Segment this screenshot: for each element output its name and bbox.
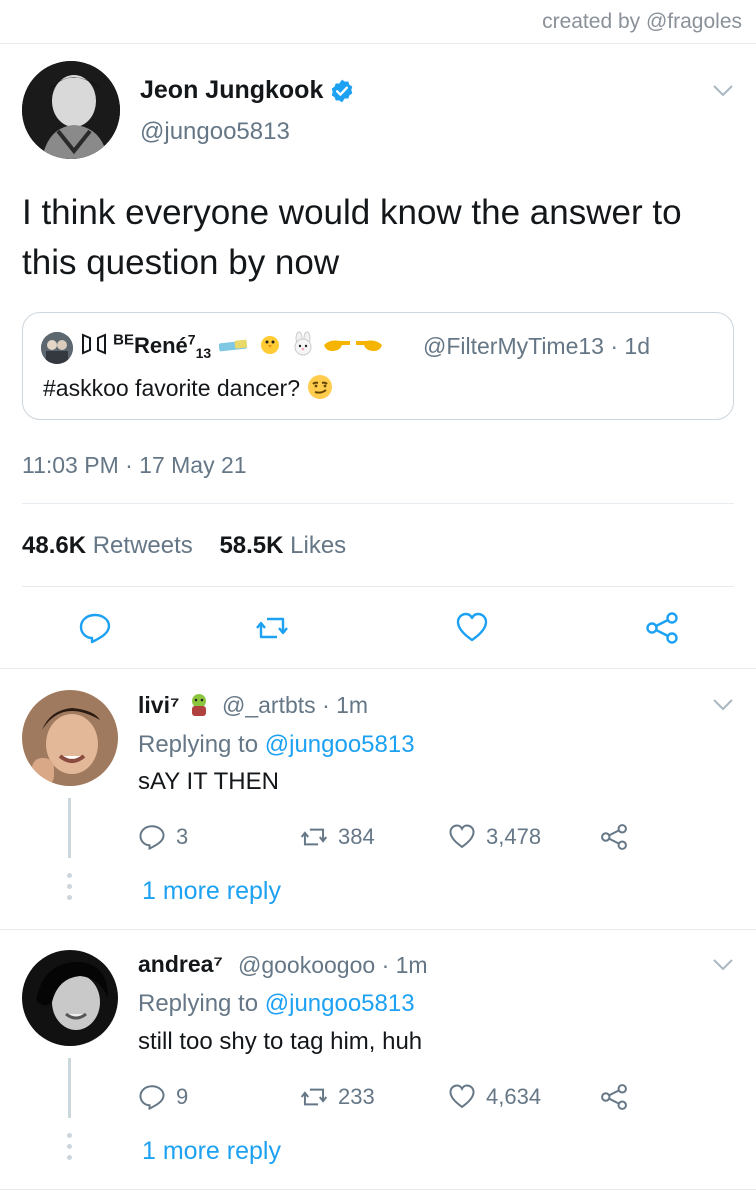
reply-avatar[interactable]	[22, 950, 118, 1046]
quote-name-sub: 13	[195, 345, 212, 362]
thread-dot	[67, 1155, 72, 1160]
quote-handle-line: @FilterMyTime13 · 1d	[423, 333, 650, 360]
quote-name-prefix: BE	[113, 331, 134, 349]
tweet-text: I think everyone would know the answer t…	[22, 193, 682, 282]
like-count: 3,478	[486, 824, 542, 849]
reply-icon	[139, 825, 165, 851]
verified-icon	[329, 78, 355, 104]
reply-meta: @gookoogoo · 1m	[238, 952, 428, 979]
reply-icon	[79, 613, 111, 644]
pointing-hands-emoji	[322, 333, 384, 361]
reply-text: still too shy to tag him, huh	[138, 1028, 423, 1055]
replying-to-label: Replying to	[138, 731, 259, 758]
reply-count: 3	[176, 824, 189, 849]
retweets-count: 48.6K	[22, 532, 87, 559]
thread-dot	[67, 895, 72, 900]
quote-author-name: BERené713	[81, 331, 384, 363]
reply-button[interactable]	[78, 611, 112, 645]
stats-divider-bottom	[22, 586, 734, 587]
author-name[interactable]: Jeon Jungkook	[140, 76, 323, 105]
reply-share-button[interactable]	[600, 1082, 628, 1112]
thread-line	[68, 1058, 71, 1118]
replying-to-label: Replying to	[138, 990, 259, 1017]
author-avatar[interactable]	[22, 61, 120, 159]
likes-count: 58.5K	[219, 532, 284, 559]
rabbit-emoji	[290, 331, 316, 363]
author-handle[interactable]: @jungoo5813	[140, 118, 290, 146]
share-button[interactable]	[645, 611, 679, 645]
likes-label: Likes	[290, 532, 347, 559]
heart-icon	[449, 1084, 475, 1109]
replying-to-handle[interactable]: @jungoo5813	[265, 731, 415, 758]
reply-handle[interactable]: @_artbts	[222, 692, 316, 718]
replying-to: Replying to @jungoo5813	[138, 731, 415, 759]
thread-dot	[67, 1144, 72, 1149]
reply-time: · 1m	[322, 692, 369, 718]
reply-share-button[interactable]	[600, 822, 628, 852]
quote-text-content: #askkoo favorite dancer?	[43, 375, 300, 402]
reply-author-name[interactable]: livi⁷	[138, 691, 212, 723]
reply-reply-button[interactable]: 9	[138, 1082, 188, 1112]
chevron-down-icon[interactable]	[712, 698, 734, 712]
reply-divider	[0, 929, 756, 930]
retweet-count: 233	[338, 1084, 375, 1109]
chevron-down-icon[interactable]	[712, 958, 734, 972]
quote-name-sup: 7	[187, 331, 196, 348]
thread-dot	[67, 873, 72, 878]
reply-handle[interactable]: @gookoogoo	[238, 952, 375, 978]
retweet-count: 384	[338, 824, 375, 849]
replying-to: Replying to @jungoo5813	[138, 990, 415, 1018]
quote-time: · 1d	[610, 333, 650, 359]
reply-like-button[interactable]: 4,634	[448, 1082, 541, 1112]
reply-retweet-button[interactable]: 384	[300, 822, 375, 852]
reply-avatar[interactable]	[22, 690, 118, 786]
reply-author-name-text: livi⁷	[138, 692, 180, 719]
chick-emoji	[257, 331, 283, 363]
replies-divider	[0, 668, 756, 669]
smirk-emoji	[306, 373, 334, 407]
more-replies-link[interactable]: 1 more reply	[142, 1137, 281, 1166]
chevron-down-icon[interactable]	[712, 84, 734, 98]
more-replies-link[interactable]: 1 more reply	[142, 877, 281, 906]
zombie-emoji	[186, 691, 212, 723]
retweet-icon	[300, 828, 328, 846]
reply-reply-button[interactable]: 3	[138, 822, 188, 852]
retweet-icon	[256, 617, 288, 639]
quote-name-main: René	[133, 332, 188, 358]
quote-avatar	[41, 332, 73, 364]
stats-divider-top	[22, 503, 734, 504]
reply-time: · 1m	[381, 952, 428, 978]
reply-text: sAY IT THEN	[138, 768, 279, 795]
heart-icon	[456, 612, 488, 642]
eraser-emoji	[217, 334, 251, 360]
like-button[interactable]	[455, 611, 489, 645]
share-icon	[601, 824, 627, 850]
reply-like-button[interactable]: 3,478	[448, 822, 541, 852]
thread-dot	[67, 884, 72, 889]
heart-icon	[449, 824, 475, 849]
reply-retweet-button[interactable]: 233	[300, 1082, 375, 1112]
reply-meta: @_artbts · 1m	[222, 692, 368, 719]
thread-dot	[67, 1133, 72, 1138]
retweet-button[interactable]	[255, 611, 289, 645]
share-icon	[646, 612, 678, 644]
tweet-timestamp: 11:03 PM · 17 May 21	[22, 452, 247, 478]
thread-line	[68, 798, 71, 858]
retweets-label: Retweets	[92, 532, 193, 559]
top-divider	[0, 43, 756, 44]
share-icon	[601, 1084, 627, 1110]
credit-text: created by @fragoles	[542, 10, 742, 33]
quoted-tweet[interactable]: BERené713 @FilterMyTime13 · 1d #askkoo f…	[22, 312, 734, 420]
engagement-stats[interactable]: 48.6K Retweets 58.5K Likes	[22, 532, 346, 560]
reply-icon	[139, 1085, 165, 1111]
bts-logo-icon	[81, 333, 107, 361]
reply-divider	[0, 1189, 756, 1190]
reply-count: 9	[176, 1084, 189, 1109]
like-count: 4,634	[486, 1084, 542, 1109]
replying-to-handle[interactable]: @jungoo5813	[265, 990, 415, 1017]
quote-author-handle: @FilterMyTime13	[423, 333, 604, 359]
quote-text: #askkoo favorite dancer?	[43, 373, 334, 407]
reply-author-name[interactable]: andrea⁷	[138, 951, 223, 978]
retweet-icon	[300, 1088, 328, 1106]
